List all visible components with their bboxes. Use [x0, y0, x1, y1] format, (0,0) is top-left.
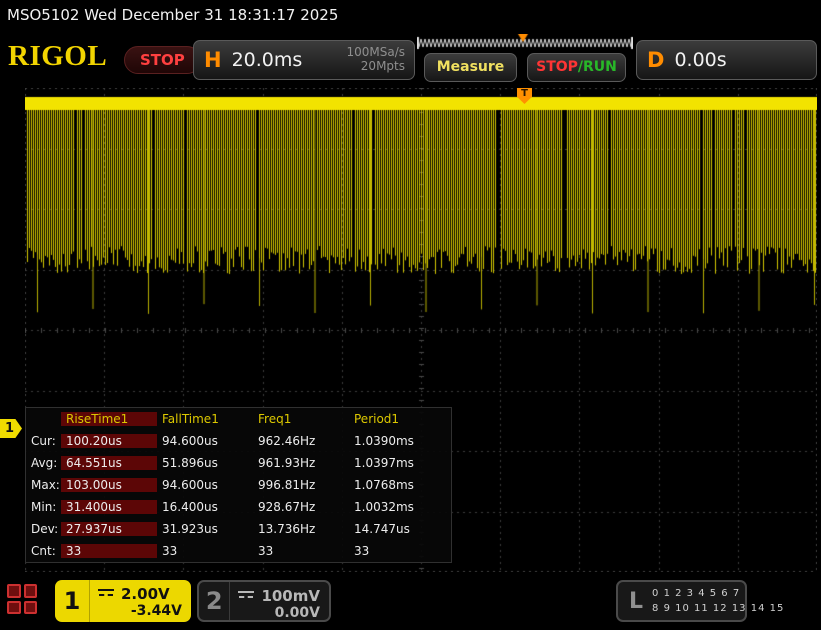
- meas-row-label: Avg:: [31, 456, 58, 470]
- channel2-scale: 100mV: [261, 587, 320, 605]
- meas-value: 103.00us: [61, 478, 157, 492]
- meas-value: 1.0397ms: [354, 456, 414, 470]
- logic-row1: 0 1 2 3 4 5 6 7: [652, 588, 741, 599]
- measurement-panel[interactable]: RiseTime1 FallTime1 Freq1 Period1 Cur: 1…: [25, 407, 452, 563]
- meas-col-period: Period1: [354, 412, 400, 426]
- meas-col-falltime: FallTime1: [162, 412, 219, 426]
- meas-col-freq: Freq1: [258, 412, 292, 426]
- channel1-offset: -3.44V: [130, 603, 182, 619]
- channel1-scale: 2.00V: [121, 585, 170, 603]
- meas-value: 33: [162, 544, 178, 558]
- stop-label: STOP: [536, 59, 578, 75]
- logic-channels-badge[interactable]: L 0 1 2 3 4 5 6 7 8 9 10 11 12 13 14 15: [616, 580, 783, 622]
- sample-rate: 100MSa/s: [346, 45, 405, 60]
- memory-waveform-strip: [417, 34, 633, 52]
- trigger-delay-block[interactable]: D 0.00s: [636, 40, 817, 80]
- meas-value: 100.20us: [61, 434, 157, 448]
- meas-value: 94.600us: [162, 478, 218, 492]
- delay-value: 0.00s: [674, 49, 727, 71]
- meas-value: 1.0768ms: [354, 478, 414, 492]
- meas-value: 31.923us: [162, 522, 218, 536]
- channel2-badge[interactable]: 2 100mV 0.00V: [197, 580, 331, 622]
- meas-value: 1.0032ms: [354, 500, 414, 514]
- channel2-number: 2: [199, 582, 231, 620]
- grid-icon-cell: [23, 600, 37, 614]
- meas-row-label: Min:: [31, 500, 57, 514]
- meas-value: 33: [258, 544, 274, 558]
- meas-row-label: Max:: [31, 478, 60, 492]
- meas-value: 13.736Hz: [258, 522, 316, 536]
- grid-icon-cell: [23, 584, 37, 598]
- channel1-level-marker[interactable]: 1: [0, 419, 22, 438]
- meas-value: 1.0390ms: [354, 434, 414, 448]
- timebase-value: 20.0ms: [231, 49, 303, 71]
- channel1-number: 1: [55, 580, 90, 622]
- meas-value: 51.896us: [162, 456, 218, 470]
- memory-depth: 20Mpts: [360, 59, 405, 73]
- grid-icon-cell: [7, 600, 21, 614]
- logic-row2: 8 9 10 11 12 13 14 15: [652, 603, 785, 614]
- acquisition-info: 100MSa/s 20Mpts: [346, 45, 414, 74]
- grid-icon-cell: [7, 584, 21, 598]
- meas-value: 928.67Hz: [258, 500, 316, 514]
- meas-value: 961.93Hz: [258, 456, 316, 470]
- meas-col-risetime: RiseTime1: [61, 412, 157, 426]
- meas-value: 94.600us: [162, 434, 218, 448]
- meas-value: 14.747us: [354, 522, 410, 536]
- dc-coupling-icon: [238, 590, 255, 602]
- meas-row-label: Cur:: [31, 434, 56, 448]
- run-state-badge: STOP: [124, 46, 201, 74]
- titlebar-text: MSO5102 Wed December 31 18:31:17 2025: [7, 6, 339, 24]
- logic-label: L: [629, 588, 644, 614]
- meas-row-label: Dev:: [31, 522, 59, 536]
- channel2-offset: 0.00V: [274, 605, 320, 621]
- rigol-logo: RIGOL: [8, 40, 108, 72]
- meas-value: 31.400us: [61, 500, 157, 514]
- meas-value: 33: [354, 544, 370, 558]
- channel1-badge[interactable]: 1 2.00V -3.44V: [55, 580, 191, 622]
- measure-button[interactable]: Measure: [424, 53, 517, 82]
- meas-row-label: Cnt:: [31, 544, 56, 558]
- meas-value: 996.81Hz: [258, 478, 316, 492]
- header: RIGOL STOP H 20.0ms 100MSa/s 20Mpts Meas…: [0, 30, 821, 88]
- d-label: D: [647, 48, 665, 72]
- oscilloscope-screen: MSO5102 Wed December 31 18:31:17 2025 RI…: [0, 0, 821, 630]
- dc-coupling-icon: [98, 588, 114, 600]
- meas-value: 27.937us: [61, 522, 157, 536]
- horizontal-timebase-block[interactable]: H 20.0ms 100MSa/s 20Mpts: [193, 40, 415, 80]
- stop-run-button[interactable]: STOP/RUN: [527, 53, 626, 82]
- meas-value: 33: [61, 544, 157, 558]
- run-label: /RUN: [577, 59, 617, 75]
- meas-value: 16.400us: [162, 500, 218, 514]
- meas-value: 962.46Hz: [258, 434, 316, 448]
- h-label: H: [204, 48, 222, 72]
- bottom-bar: 1 2.00V -3.44V 2 100mV 0.00V L 0 1 2 3 4…: [0, 575, 821, 630]
- menu-grid-icon[interactable]: [7, 584, 37, 614]
- meas-value: 64.551us: [61, 456, 157, 470]
